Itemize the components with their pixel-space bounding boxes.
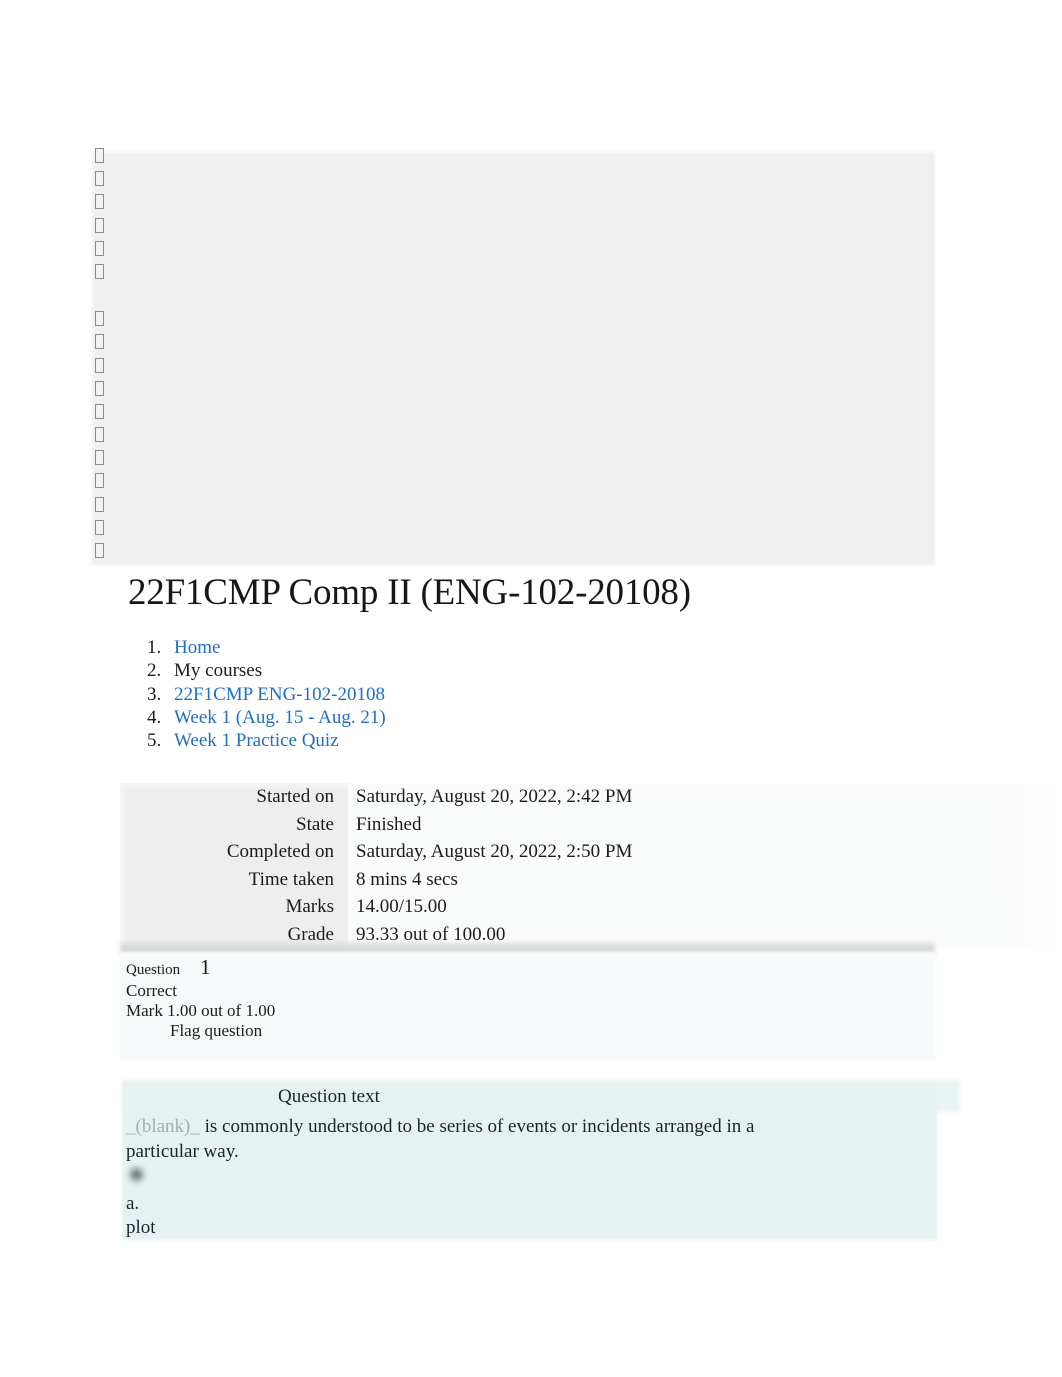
question-text-content: Question text _(blank)_ is commonly unde… [126, 1084, 936, 1164]
summary-row-label: Started on [120, 783, 348, 811]
answer-letter: a. [126, 1193, 140, 1214]
missing-glyph-box-icon [95, 217, 104, 233]
breadcrumb-item-quiz[interactable]: Week 1 Practice Quiz [166, 729, 386, 752]
missing-glyph-box-icon [95, 357, 104, 373]
breadcrumb-label-my-courses: My courses [174, 660, 263, 682]
breadcrumb-link-week[interactable]: Week 1 (Aug. 15 - Aug. 21) [174, 707, 386, 728]
summary-row-label: Completed on [120, 838, 348, 866]
question-blank-token: _(blank)_ [126, 1116, 200, 1137]
missing-glyph-box-icon [95, 194, 104, 210]
missing-glyph-box-icon [95, 263, 104, 279]
missing-glyph-group-2 [92, 311, 152, 558]
missing-glyph-box-icon [95, 543, 104, 558]
breadcrumb-link-home[interactable]: Home [174, 637, 220, 658]
question-info-content: Question 1 Correct Mark 1.00 out of 1.00 … [126, 954, 946, 1041]
missing-glyph-box-icon [95, 148, 104, 163]
breadcrumb-item-my-courses: My courses [166, 659, 386, 682]
missing-glyph-box-icon [95, 403, 104, 419]
missing-glyph-box-icon [95, 519, 104, 535]
breadcrumb-link-quiz[interactable]: Week 1 Practice Quiz [174, 730, 339, 751]
page-title: 22F1CMP Comp II (ENG-102-20108) [128, 572, 691, 613]
summary-row-value: Saturday, August 20, 2022, 2:42 PM [348, 783, 1062, 811]
glyph-group-spacer [92, 287, 152, 311]
breadcrumb-item-week[interactable]: Week 1 (Aug. 15 - Aug. 21) [166, 706, 386, 729]
question-state: Correct [126, 981, 177, 1000]
header-banner-panel [92, 152, 935, 565]
missing-glyph-box-icon [95, 450, 104, 466]
answer-radio-icon[interactable] [130, 1168, 143, 1181]
missing-glyph-group-1 [92, 148, 152, 279]
summary-row: Marks 14.00/15.00 [120, 893, 1062, 921]
summary-row: State Finished [120, 810, 1062, 838]
breadcrumb-link-course[interactable]: 22F1CMP ENG-102-20108 [174, 684, 385, 705]
missing-glyph-box-icon [95, 171, 104, 187]
question-heading: Question 1 [126, 954, 946, 980]
summary-row-label: State [120, 810, 348, 838]
summary-row-value: Saturday, August 20, 2022, 2:50 PM [348, 838, 1062, 866]
question-label: Question [126, 962, 181, 978]
summary-row: Started on Saturday, August 20, 2022, 2:4… [120, 783, 1062, 811]
summary-row: Completed on Saturday, August 20, 2022, 2… [120, 838, 1062, 866]
flag-question-button[interactable]: Flag question [170, 1021, 946, 1041]
summary-row: Time taken 8 mins 4 secs [120, 865, 1062, 893]
missing-glyph-box-icon [95, 380, 104, 396]
missing-glyph-box-icon [95, 311, 104, 327]
summary-row-value: 8 mins 4 secs [348, 865, 1062, 893]
missing-glyph-box-icon [95, 473, 104, 489]
answer-option-a[interactable]: a. plot [126, 1192, 156, 1240]
summary-row-value: Finished [348, 810, 1062, 838]
question-text-heading: Question text [278, 1086, 380, 1107]
missing-glyph-box-icon [95, 427, 104, 443]
missing-glyph-list [92, 148, 152, 566]
breadcrumb: Home My courses 22F1CMP ENG-102-20108 We… [128, 636, 386, 752]
missing-glyph-box-icon [95, 240, 104, 256]
question-number: 1 [200, 955, 211, 979]
missing-glyph-box-icon [95, 334, 104, 350]
question-prompt-rest: is commonly understood to be series of e… [126, 1116, 755, 1162]
answer-text: plot [126, 1217, 156, 1238]
summary-row-value: 14.00/15.00 [348, 893, 1062, 921]
breadcrumb-item-course[interactable]: 22F1CMP ENG-102-20108 [166, 683, 386, 706]
missing-glyph-box-icon [95, 496, 104, 512]
summary-row-label: Marks [120, 893, 348, 921]
attempt-summary-table: Started on Saturday, August 20, 2022, 2:4… [120, 783, 1062, 948]
question-prompt: _(blank)_ is commonly understood to be s… [126, 1115, 796, 1164]
summary-row-label: Time taken [120, 865, 348, 893]
question-mark: Mark 1.00 out of 1.00 [126, 1001, 276, 1020]
breadcrumb-item-home[interactable]: Home [166, 636, 386, 659]
